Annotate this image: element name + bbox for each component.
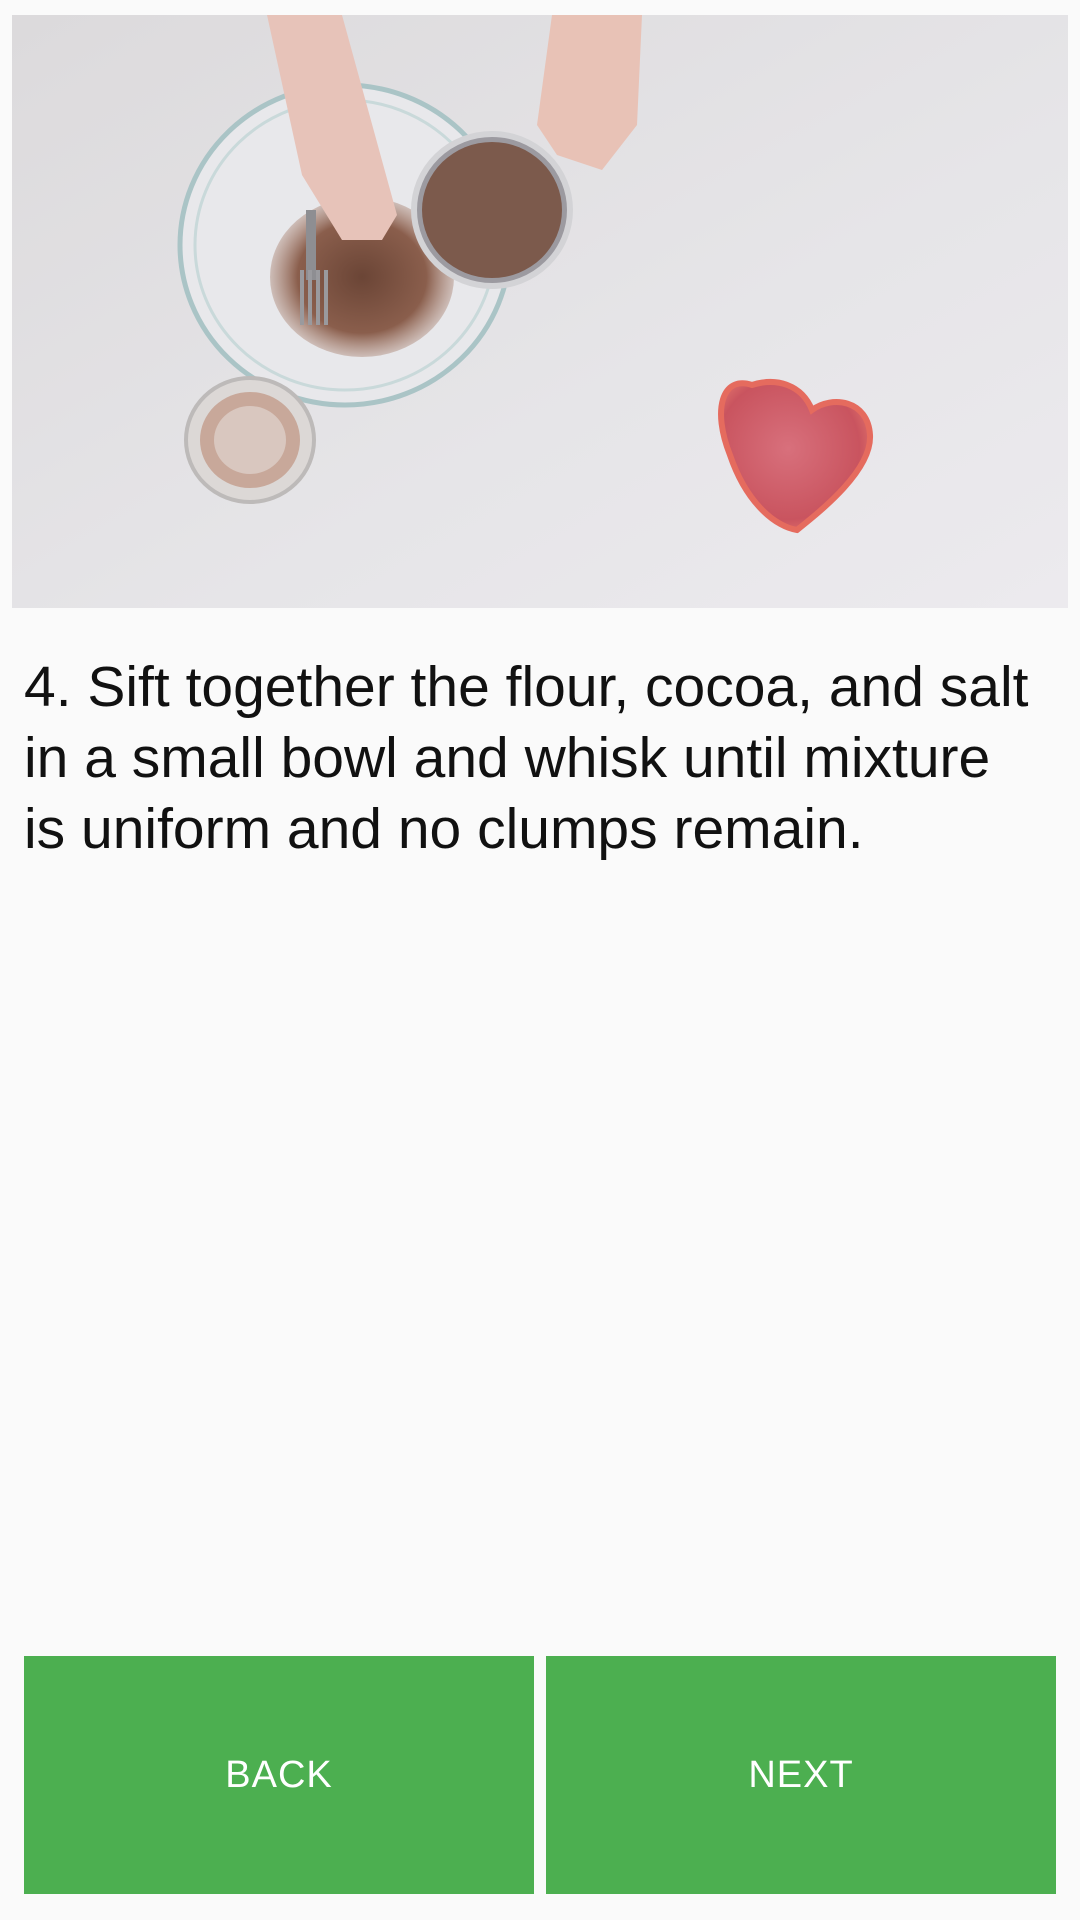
back-button[interactable]: BACK (24, 1656, 534, 1894)
recipe-step-screen: 4. Sift together the flour, cocoa, and s… (0, 0, 1080, 1920)
step-photo (12, 15, 1068, 608)
step-instruction: 4. Sift together the flour, cocoa, and s… (24, 655, 1029, 861)
next-button[interactable]: NEXT (546, 1656, 1056, 1894)
